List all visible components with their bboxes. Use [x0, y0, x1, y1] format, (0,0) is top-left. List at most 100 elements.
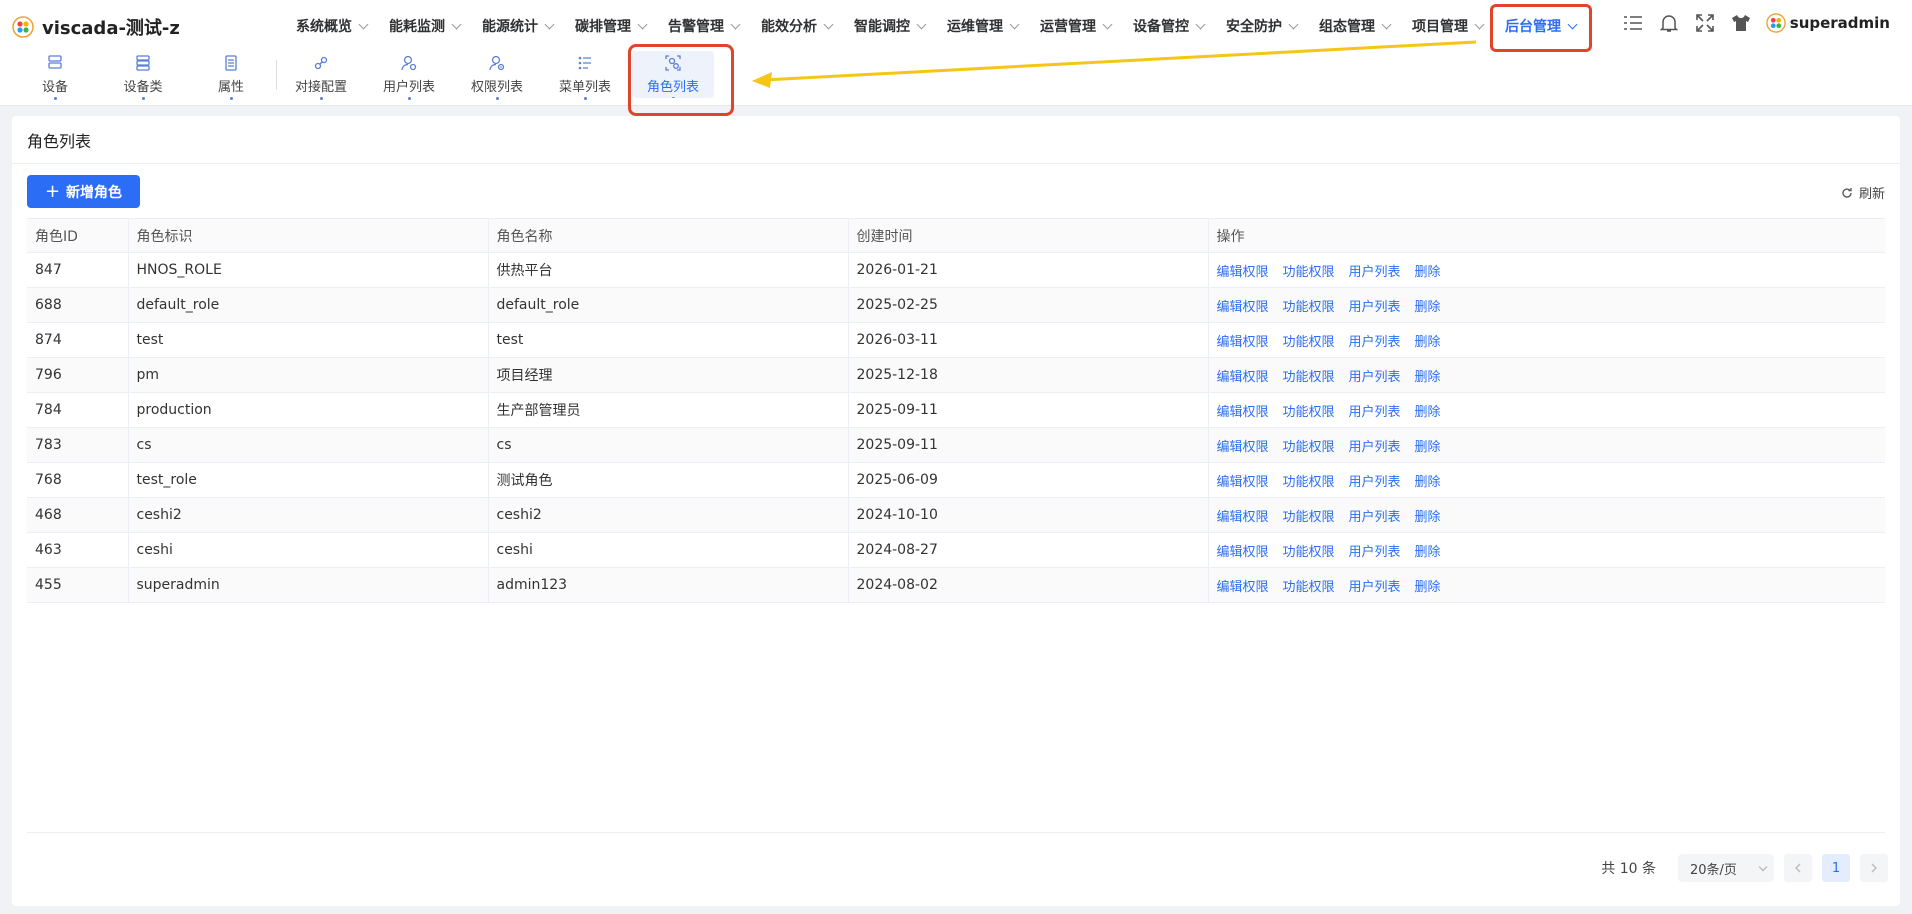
total-count: 共 10 条 — [1601, 861, 1656, 877]
menu-item-4[interactable]: 告警管理 — [668, 16, 741, 36]
menu-item-9[interactable]: 设备管控 — [1133, 16, 1206, 36]
subnav-item-3[interactable]: 对接配置 — [280, 52, 362, 102]
edit-permission-link[interactable]: 编辑权限 — [1217, 545, 1269, 560]
refresh-icon — [1842, 187, 1852, 198]
function-permission-link[interactable]: 功能权限 — [1283, 580, 1335, 595]
column-header[interactable]: 角色名称 — [488, 218, 849, 253]
function-permission-link[interactable]: 功能权限 — [1283, 545, 1335, 560]
function-permission-link[interactable]: 功能权限 — [1283, 335, 1335, 350]
menu-item-8[interactable]: 运营管理 — [1040, 16, 1113, 36]
menu-item-10[interactable]: 安全防护 — [1226, 16, 1299, 36]
subnav-item-6[interactable]: 菜单列表 — [544, 52, 626, 102]
column-header[interactable]: 创建时间 — [848, 218, 1209, 253]
user-menu[interactable]: superadmin — [1765, 13, 1890, 33]
edit-permission-link[interactable]: 编辑权限 — [1217, 405, 1269, 420]
edit-permission-link[interactable]: 编辑权限 — [1217, 265, 1269, 280]
delete-link[interactable]: 删除 — [1415, 545, 1441, 560]
menu-item-7[interactable]: 运维管理 — [947, 16, 1020, 36]
user-list-link[interactable]: 用户列表 — [1349, 475, 1401, 490]
delete-link[interactable]: 删除 — [1415, 405, 1441, 420]
menu-item-2[interactable]: 能源统计 — [482, 16, 555, 36]
function-permission-link[interactable]: 功能权限 — [1283, 405, 1335, 420]
delete-link[interactable]: 删除 — [1415, 440, 1441, 455]
delete-link[interactable]: 删除 — [1415, 265, 1441, 280]
add-role-button[interactable]: + 新增角色 — [27, 175, 140, 208]
delete-link[interactable]: 删除 — [1415, 370, 1441, 385]
subnav-highlight-box — [628, 44, 734, 116]
menu-item-6[interactable]: 智能调控 — [854, 16, 927, 36]
page-size-select[interactable]: 20条/页 — [1678, 854, 1774, 882]
edit-permission-link[interactable]: 编辑权限 — [1217, 475, 1269, 490]
menu-item-0[interactable]: 系统概览 — [296, 16, 369, 36]
edit-permission-link[interactable]: 编辑权限 — [1217, 510, 1269, 525]
user-list-link[interactable]: 用户列表 — [1349, 300, 1401, 315]
delete-link[interactable]: 删除 — [1415, 580, 1441, 595]
app-logo[interactable]: viscada-测试-z — [12, 14, 180, 40]
bell-icon[interactable] — [1658, 12, 1680, 34]
table-row: 468 ceshi2 ceshi2 2024-10-10 编辑权限 功能权限 用户列表 删除 — [27, 497, 1885, 533]
table-cell-actions: 编辑权限 功能权限 用户列表 删除 — [1208, 392, 1885, 428]
function-permission-link[interactable]: 功能权限 — [1283, 510, 1335, 525]
subnav-dot — [141, 97, 145, 100]
table-cell: 783 — [27, 427, 129, 463]
user-avatar-icon — [1765, 13, 1786, 33]
prev-page-button[interactable] — [1784, 854, 1812, 882]
menu-item-3[interactable]: 碳排管理 — [575, 16, 648, 36]
user-list-link[interactable]: 用户列表 — [1349, 405, 1401, 420]
table-cell: ceshi — [128, 532, 489, 568]
user-list-link[interactable]: 用户列表 — [1349, 580, 1401, 595]
edit-permission-link[interactable]: 编辑权限 — [1217, 335, 1269, 350]
device-icon — [46, 54, 64, 72]
table-cell: 2024-10-10 — [848, 497, 1209, 533]
user-list-link[interactable]: 用户列表 — [1349, 335, 1401, 350]
menu-item-12[interactable]: 项目管理 — [1412, 16, 1485, 36]
function-permission-link[interactable]: 功能权限 — [1283, 370, 1335, 385]
table-header-row: 角色ID 角色标识 角色名称 创建时间 操作 — [27, 218, 1885, 253]
subnav-item-label: 设备 — [41, 80, 68, 95]
next-page-button[interactable] — [1860, 854, 1888, 882]
user-icon — [400, 54, 418, 72]
page-number-button[interactable]: 1 — [1822, 854, 1850, 882]
subnav-item-0[interactable]: 设备 — [14, 52, 96, 102]
function-permission-link[interactable]: 功能权限 — [1283, 440, 1335, 455]
table-cell: 796 — [27, 357, 129, 393]
function-permission-link[interactable]: 功能权限 — [1283, 300, 1335, 315]
subnav-item-4[interactable]: 用户列表 — [368, 52, 450, 102]
edit-permission-link[interactable]: 编辑权限 — [1217, 440, 1269, 455]
table-cell-actions: 编辑权限 功能权限 用户列表 删除 — [1208, 322, 1885, 358]
refresh-button[interactable]: 刷新 — [1841, 183, 1885, 202]
column-header[interactable]: 角色ID — [27, 218, 129, 253]
subnav-item-1[interactable]: 设备类 — [102, 52, 184, 102]
delete-link[interactable]: 删除 — [1415, 475, 1441, 490]
table-cell: 468 — [27, 497, 129, 533]
menu-item-1[interactable]: 能耗监测 — [389, 16, 462, 36]
delete-link[interactable]: 删除 — [1415, 510, 1441, 525]
user-list-link[interactable]: 用户列表 — [1349, 440, 1401, 455]
subnav-item-5[interactable]: 权限列表 — [456, 52, 538, 102]
menu-item-5[interactable]: 能效分析 — [761, 16, 834, 36]
edit-permission-link[interactable]: 编辑权限 — [1217, 300, 1269, 315]
table-row: 796 pm 项目经理 2025-12-18 编辑权限 功能权限 用户列表 删除 — [27, 357, 1885, 393]
chevron-down-icon — [544, 19, 555, 30]
user-list-link[interactable]: 用户列表 — [1349, 510, 1401, 525]
delete-link[interactable]: 删除 — [1415, 300, 1441, 315]
user-list-link[interactable]: 用户列表 — [1349, 265, 1401, 280]
column-header[interactable]: 操作 — [1208, 218, 1885, 253]
table-row: 463 ceshi ceshi 2024-08-27 编辑权限 功能权限 用户列表 删除 — [27, 532, 1885, 568]
function-permission-link[interactable]: 功能权限 — [1283, 265, 1335, 280]
delete-link[interactable]: 删除 — [1415, 335, 1441, 350]
function-permission-link[interactable]: 功能权限 — [1283, 475, 1335, 490]
theme-shirt-icon[interactable] — [1730, 12, 1752, 34]
list-check-icon[interactable] — [1622, 12, 1644, 34]
user-list-link[interactable]: 用户列表 — [1349, 370, 1401, 385]
menu-item-11[interactable]: 组态管理 — [1319, 16, 1392, 36]
table-cell-actions: 编辑权限 功能权限 用户列表 删除 — [1208, 357, 1885, 393]
table-cell: test_role — [128, 462, 489, 498]
user-list-link[interactable]: 用户列表 — [1349, 545, 1401, 560]
chevron-down-icon — [1474, 19, 1485, 30]
edit-permission-link[interactable]: 编辑权限 — [1217, 580, 1269, 595]
subnav-item-2[interactable]: 属性 — [190, 52, 272, 102]
fullscreen-icon[interactable] — [1694, 12, 1716, 34]
column-header[interactable]: 角色标识 — [128, 218, 489, 253]
edit-permission-link[interactable]: 编辑权限 — [1217, 370, 1269, 385]
